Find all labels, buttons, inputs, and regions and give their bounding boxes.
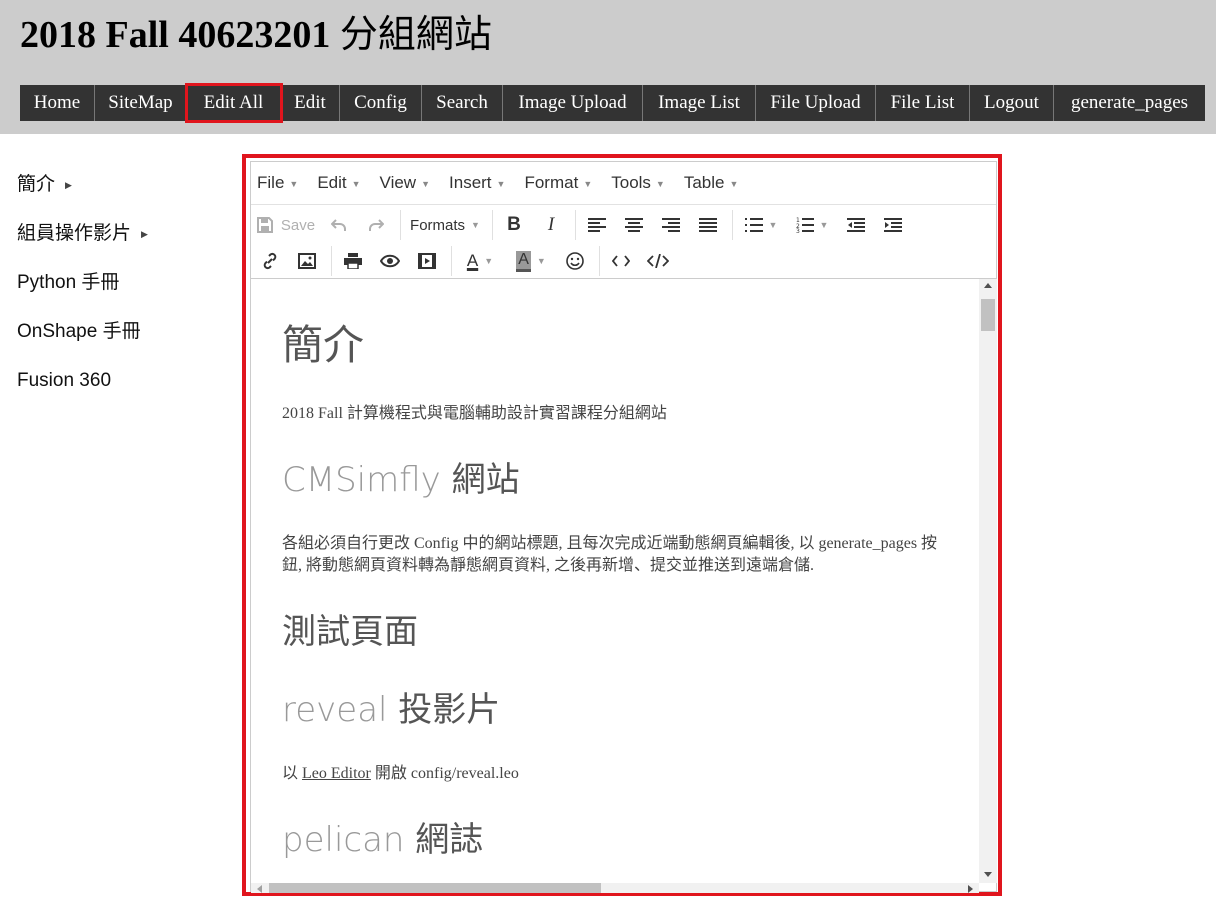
sidebar: 簡介 ▶ 組員操作影片 ▶ Python 手冊 OnShape 手冊 Fusion … <box>17 168 237 413</box>
sidebar-item-label: 組員操作影片 <box>17 223 132 245</box>
sidebar-item-member-videos[interactable]: 組員操作影片 ▶ <box>17 217 237 266</box>
sidebar-item-label: 簡介 <box>17 174 56 196</box>
redo-icon <box>369 219 384 231</box>
text-color-icon[interactable]: A ▼ <box>458 247 502 275</box>
horizontal-scroll-thumb[interactable] <box>269 883 601 893</box>
nav-search[interactable]: Search <box>422 85 503 121</box>
nav-config[interactable]: Config <box>340 85 422 121</box>
undo-icon <box>331 219 346 231</box>
bold-icon[interactable]: B <box>499 211 529 239</box>
menu-view[interactable]: View ▼ <box>380 173 430 193</box>
menu-format[interactable]: Format ▼ <box>524 173 592 193</box>
top-nav: Home SiteMap Edit All Edit Config Search… <box>20 83 1205 123</box>
nav-home[interactable]: Home <box>20 85 95 121</box>
emoticons-icon[interactable] <box>560 247 590 275</box>
sidebar-item-label: Python 手冊 <box>17 272 120 293</box>
nav-image-list[interactable]: Image List <box>643 85 756 121</box>
toolbar-row-2: A ▼ A ▼ <box>255 244 680 278</box>
caret-right-icon: ▶ <box>65 180 72 190</box>
editor-toolbar: Save Formats ▼ B I ▼ 1 2 3 ▼ A ▼ A ▼ <box>251 205 996 279</box>
outdent-icon[interactable] <box>841 211 871 239</box>
nav-sitemap[interactable]: SiteMap <box>95 85 187 121</box>
nav-edit-all[interactable]: Edit All <box>185 83 283 123</box>
site-title-latin: 2018 Fall 40623201 <box>20 14 331 56</box>
scroll-left-icon[interactable] <box>257 885 262 893</box>
nav-generate-pages[interactable]: generate_pages <box>1054 85 1205 121</box>
save-button[interactable]: Save <box>255 211 317 239</box>
rich-text-editor: File ▼ Edit ▼ View ▼ Insert ▼ Format ▼ Tools ▼… <box>250 161 997 893</box>
align-justify-icon[interactable] <box>693 211 723 239</box>
vertical-scroll-thumb[interactable] <box>981 299 995 331</box>
print-icon[interactable] <box>338 247 368 275</box>
editor-highlight-box: File ▼ Edit ▼ View ▼ Insert ▼ Format ▼ Tools ▼… <box>242 154 1002 896</box>
editor-content-area[interactable]: 簡介 2018 Fall 計算機程式與電腦輔助設計實習課程分組網站 CMSimf… <box>251 279 978 883</box>
scroll-up-icon[interactable] <box>984 283 992 288</box>
link-icon[interactable] <box>255 247 285 275</box>
nav-image-upload[interactable]: Image Upload <box>503 85 643 121</box>
media-icon[interactable] <box>412 247 442 275</box>
site-header: 2018 Fall 40623201 分組網站 Home SiteMap Edi… <box>0 0 1216 134</box>
save-label: Save <box>280 216 316 234</box>
editor-menubar: File ▼ Edit ▼ View ▼ Insert ▼ Format ▼ Tools ▼… <box>251 162 996 205</box>
leo-editor-link[interactable]: Leo Editor <box>302 765 371 782</box>
save-icon <box>256 217 273 233</box>
menu-tools[interactable]: Tools ▼ <box>611 173 665 193</box>
bullet-list-icon[interactable]: ▼ <box>739 211 783 239</box>
site-title-cjk: 分組網站 <box>339 14 492 56</box>
redo-button[interactable] <box>361 211 391 239</box>
sidebar-item-python[interactable]: Python 手冊 <box>17 266 237 315</box>
indent-icon[interactable] <box>878 211 908 239</box>
heading-pelican: pelican 網誌 <box>282 820 484 860</box>
svg-text:3: 3 <box>796 228 800 233</box>
align-center-icon[interactable] <box>619 211 649 239</box>
menu-insert[interactable]: Insert ▼ <box>449 173 505 193</box>
sidebar-item-intro[interactable]: 簡介 ▶ <box>17 168 237 217</box>
scroll-down-icon[interactable] <box>984 872 992 877</box>
formats-dropdown[interactable]: Formats ▼ <box>407 211 483 239</box>
caret-right-icon: ▶ <box>141 229 148 239</box>
intro-paragraph: 2018 Fall 計算機程式與電腦輔助設計實習課程分組網站 <box>282 405 667 422</box>
sidebar-item-fusion[interactable]: Fusion 360 <box>17 364 237 413</box>
heading-cmsimfly: CMSimfly 網站 <box>282 460 520 500</box>
sidebar-item-onshape[interactable]: OnShape 手冊 <box>17 315 237 364</box>
align-left-icon[interactable] <box>582 211 612 239</box>
cms-paragraph: 各組必須自行更改 Config 中的網站標題, 且每次完成近端動態網頁編輯後, … <box>282 535 938 574</box>
nav-file-upload[interactable]: File Upload <box>756 85 876 121</box>
sidebar-item-label: Fusion 360 <box>17 370 112 391</box>
editor-document: 簡介 2018 Fall 計算機程式與電腦輔助設計實習課程分組網站 CMSimf… <box>282 299 942 863</box>
reveal-paragraph: 以 Leo Editor 開啟 config/reveal.leo <box>282 765 519 782</box>
toolbar-row-1: Save Formats ▼ B I ▼ 1 2 3 ▼ <box>255 208 915 242</box>
heading-test-page: 測試頁面 <box>282 612 418 652</box>
undo-button[interactable] <box>324 211 354 239</box>
horizontal-scrollbar[interactable] <box>251 883 979 893</box>
code-icon[interactable] <box>606 247 636 275</box>
menu-file[interactable]: File ▼ <box>257 173 298 193</box>
italic-icon[interactable]: I <box>536 211 566 239</box>
menu-table[interactable]: Table ▼ <box>684 173 739 193</box>
sidebar-item-label: OnShape 手冊 <box>17 321 141 342</box>
site-title: 2018 Fall 40623201 分組網站 <box>20 12 492 58</box>
background-color-icon[interactable]: A ▼ <box>509 247 553 275</box>
heading-intro: 簡介 <box>282 321 364 369</box>
menu-edit[interactable]: Edit ▼ <box>317 173 360 193</box>
source-code-icon[interactable] <box>643 247 673 275</box>
numbered-list-icon[interactable]: 1 2 3 ▼ <box>790 211 834 239</box>
nav-logout[interactable]: Logout <box>970 85 1054 121</box>
align-right-icon[interactable] <box>656 211 686 239</box>
scroll-right-icon[interactable] <box>968 885 973 893</box>
vertical-scrollbar[interactable] <box>979 279 997 883</box>
preview-icon[interactable] <box>375 247 405 275</box>
heading-reveal: reveal 投影片 <box>282 690 501 730</box>
nav-file-list[interactable]: File List <box>876 85 970 121</box>
image-icon[interactable] <box>292 247 322 275</box>
nav-edit[interactable]: Edit <box>281 85 340 121</box>
